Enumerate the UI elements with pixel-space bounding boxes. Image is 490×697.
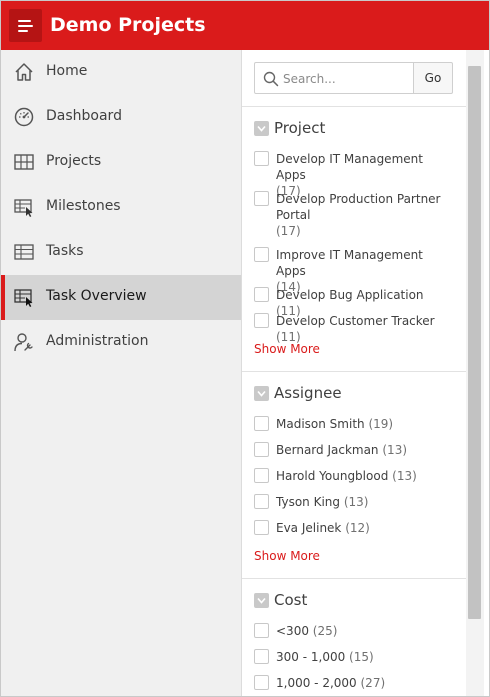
option-count: (15) — [349, 650, 374, 664]
facet-title: Project — [274, 119, 326, 137]
sidebar-item-label: Administration — [46, 333, 149, 349]
facet-cost: Cost <300 (25) 300 - 1,000 (15) 1,000 - … — [242, 591, 466, 696]
search-bar: Go — [254, 62, 453, 94]
checkbox[interactable] — [254, 623, 269, 638]
hamburger-icon — [18, 20, 31, 22]
option-count: (27) — [360, 676, 386, 690]
option-count: (13) — [343, 495, 369, 509]
scrollbar-thumb[interactable] — [468, 66, 481, 619]
hamburger-icon-line — [18, 30, 28, 32]
sidebar-item-home[interactable]: Home — [1, 50, 241, 95]
sidebar-item-administration[interactable]: Administration — [1, 320, 241, 365]
option-label: Tyson King — [276, 495, 341, 509]
checkbox[interactable] — [254, 151, 269, 166]
checkbox[interactable] — [254, 442, 269, 457]
divider — [242, 578, 466, 579]
facet-assignee: Assignee Madison Smith (19) Bernard Jack… — [242, 384, 466, 564]
sidebar-item-label: Dashboard — [46, 108, 122, 124]
table-icon — [14, 244, 34, 260]
divider — [242, 371, 466, 372]
table-pointer-icon — [14, 199, 33, 217]
option-label: Develop IT Management Apps — [276, 152, 423, 182]
option-label: 1,000 - 2,000 — [276, 676, 357, 690]
menu-toggle-button[interactable] — [9, 9, 42, 42]
checkbox[interactable] — [254, 520, 269, 535]
option-label: Harold Youngblood — [276, 469, 389, 483]
search-icon — [263, 71, 279, 87]
chevron-down-icon — [254, 121, 269, 136]
gauge-icon — [14, 107, 34, 127]
chevron-down-icon — [254, 386, 269, 401]
search-input[interactable] — [283, 69, 409, 89]
search-box — [254, 62, 414, 94]
show-more-link[interactable]: Show More — [254, 549, 320, 563]
facet-panel-scrollbar[interactable] — [466, 50, 484, 696]
checkbox[interactable] — [254, 675, 269, 690]
sidebar-item-milestones[interactable]: Milestones — [1, 185, 241, 230]
checkbox[interactable] — [254, 494, 269, 509]
checkbox[interactable] — [254, 416, 269, 431]
sidebar-item-label: Task Overview — [46, 288, 147, 304]
facet-panel: Go Project Develop IT Management Apps (17… — [242, 50, 466, 696]
checkbox[interactable] — [254, 313, 269, 328]
sidebar-item-label: Tasks — [46, 243, 84, 259]
user-wrench-icon — [14, 333, 33, 352]
table-pointer-icon — [14, 289, 33, 307]
option-label: Madison Smith — [276, 417, 365, 431]
sidebar-item-projects[interactable]: Projects — [1, 140, 241, 185]
option-count: (13) — [392, 469, 417, 483]
sidebar-item-label: Home — [46, 63, 88, 79]
checkbox[interactable] — [254, 191, 269, 206]
option-label: 300 - 1,000 — [276, 650, 346, 664]
grid-icon — [14, 154, 34, 170]
app-header: Demo Projects — [1, 1, 489, 50]
app-title[interactable]: Demo Projects — [50, 14, 206, 36]
divider — [242, 106, 466, 107]
checkbox[interactable] — [254, 468, 269, 483]
checkbox[interactable] — [254, 247, 269, 262]
sidebar-item-label: Milestones — [46, 198, 121, 214]
option-count: (19) — [368, 417, 394, 431]
option-label: Eva Jelinek — [276, 521, 342, 535]
option-label: Improve IT Management Apps — [276, 248, 423, 278]
option-label: Develop Bug Application — [276, 288, 424, 302]
sidebar-nav: Home Dashboard Projects Milestones Tasks… — [1, 50, 242, 696]
option-label: <300 — [276, 624, 309, 638]
facet-title: Assignee — [274, 384, 342, 402]
option-label: Develop Production Partner Portal — [276, 192, 441, 222]
go-button[interactable]: Go — [414, 62, 453, 94]
option-count: (25) — [312, 624, 338, 638]
facet-title: Cost — [274, 591, 308, 609]
option-count: (17) — [276, 224, 301, 238]
home-icon — [15, 63, 33, 81]
option-count: (12) — [345, 521, 370, 535]
sidebar-item-dashboard[interactable]: Dashboard — [1, 95, 241, 140]
show-more-link[interactable]: Show More — [254, 342, 320, 356]
checkbox[interactable] — [254, 287, 269, 302]
option-label: Bernard Jackman — [276, 443, 379, 457]
sidebar-item-task-overview[interactable]: Task Overview — [1, 275, 241, 320]
sidebar-item-label: Projects — [46, 153, 102, 169]
app-window: Demo Projects Home Dashboard Projects Mi… — [0, 0, 490, 697]
sidebar-item-tasks[interactable]: Tasks — [1, 230, 241, 275]
checkbox[interactable] — [254, 649, 269, 664]
facet-project: Project Develop IT Management Apps (17) D… — [242, 119, 466, 359]
option-count: (13) — [382, 443, 408, 457]
option-label: Develop Customer Tracker — [276, 314, 435, 328]
hamburger-icon-line — [18, 25, 33, 27]
chevron-down-icon — [254, 593, 269, 608]
